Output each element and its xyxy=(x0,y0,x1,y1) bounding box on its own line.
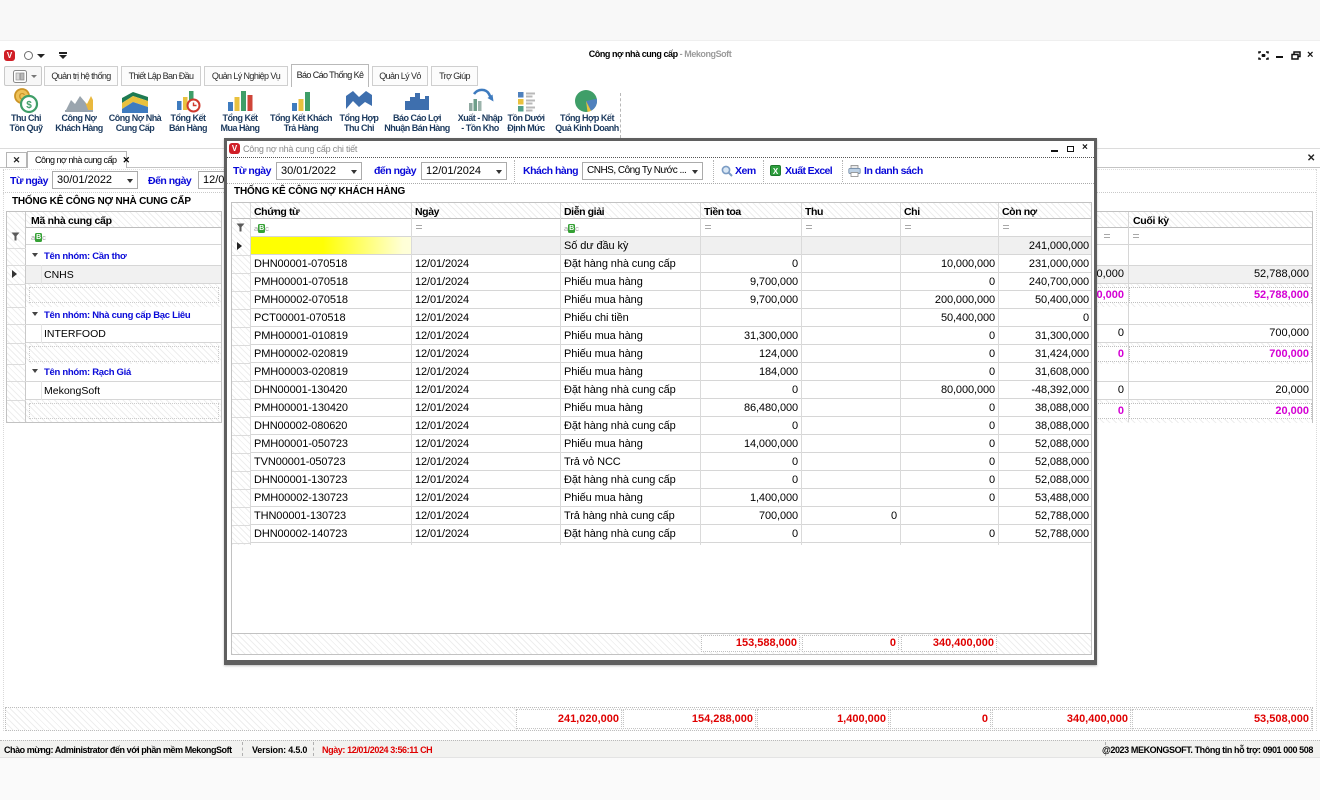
svg-text:$: $ xyxy=(26,100,32,111)
